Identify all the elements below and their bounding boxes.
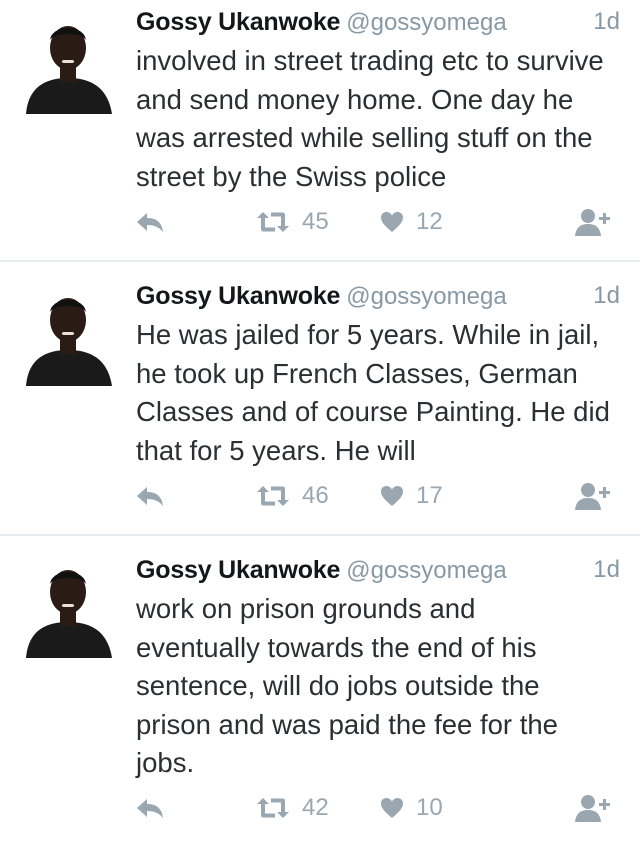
retweet-button[interactable]: 45 [256,205,329,239]
tweet-header: Gossy Ukanwoke @gossyomega 1d [136,282,620,316]
retweet-icon [257,486,289,506]
heart-icon [381,212,403,232]
reply-button[interactable] [136,479,164,513]
timestamp[interactable]: 1d [593,556,620,584]
tweet-actions: 42 10 [0,791,640,825]
heart-icon [381,798,403,818]
tweet-text-line: sentence, will do jobs outside the [136,670,540,701]
like-button[interactable]: 12 [380,205,443,239]
tweet-text-line: eventually towards the end of his [136,631,537,663]
tweet-text-line: that for 5 years. He will [136,434,416,466]
heart-icon [381,486,403,506]
retweet-icon [257,798,289,818]
tweet-actions: 46 17 [0,479,640,513]
tweet-text-line: involved in street trading etc to surviv… [136,45,604,76]
follow-user-icon [575,483,610,510]
retweet-count: 46 [302,482,329,509]
retweet-count: 42 [302,794,329,821]
avatar[interactable] [18,14,118,114]
like-count: 17 [416,482,443,509]
retweet-count: 45 [302,208,329,235]
timeline: Gossy Ukanwoke @gossyomega 1d involved in… [0,0,640,844]
timestamp[interactable]: 1d [593,282,620,310]
follow-button[interactable] [574,205,614,239]
tweet-text: involved in street trading etc to surviv… [136,42,620,196]
author-handle[interactable]: @gossyomega [346,283,506,310]
tweet-text-line: Classes and of course Painting. He did [136,396,610,427]
retweet-button[interactable]: 42 [256,791,329,825]
tweet-text-line: and send money home. One day he [136,83,574,115]
tweet-text-line: work on prison grounds and [136,593,476,624]
follow-button[interactable] [574,479,614,513]
author-name[interactable]: Gossy Ukanwoke [136,282,340,310]
retweet-button[interactable]: 46 [256,479,329,513]
like-count: 12 [416,208,443,235]
tweet[interactable]: Gossy Ukanwoke @gossyomega 1d work on pri… [0,536,640,844]
follow-user-icon [575,209,610,236]
tweet-text: He was jailed for 5 years. While in jail… [136,316,620,470]
tweet-text: work on prison grounds and eventually to… [136,590,620,783]
tweet-text-line: street by the Swiss police [136,160,447,192]
tweet-text-line: He was jailed for 5 years. While in jail… [136,319,600,350]
tweet-header: Gossy Ukanwoke @gossyomega 1d [136,8,620,42]
tweet-text-line: jobs. [136,747,195,778]
follow-user-icon [575,795,610,822]
reply-icon [137,487,163,506]
like-button[interactable]: 10 [380,791,443,825]
like-button[interactable]: 17 [380,479,443,513]
author-name[interactable]: Gossy Ukanwoke [136,8,340,36]
retweet-icon [257,212,289,232]
reply-icon [137,799,163,818]
author-name[interactable]: Gossy Ukanwoke [136,556,340,584]
tweet-text-line: was arrested while selling stuff on the [136,122,593,153]
tweet-text-line: he took up French Classes, German [136,357,578,389]
like-count: 10 [416,794,443,821]
reply-button[interactable] [136,791,164,825]
avatar[interactable] [18,286,118,386]
timestamp[interactable]: 1d [593,8,620,36]
author-handle[interactable]: @gossyomega [346,9,506,36]
author-handle[interactable]: @gossyomega [346,557,506,584]
tweet-text-line: prison and was paid the fee for the [136,708,558,740]
reply-button[interactable] [136,205,164,239]
tweet[interactable]: Gossy Ukanwoke @gossyomega 1d He was jail… [0,262,640,534]
avatar[interactable] [18,558,118,658]
tweet[interactable]: Gossy Ukanwoke @gossyomega 1d involved in… [0,0,640,260]
tweet-actions: 45 12 [0,205,640,239]
follow-button[interactable] [574,791,614,825]
tweet-header: Gossy Ukanwoke @gossyomega 1d [136,556,620,590]
reply-icon [137,213,163,232]
